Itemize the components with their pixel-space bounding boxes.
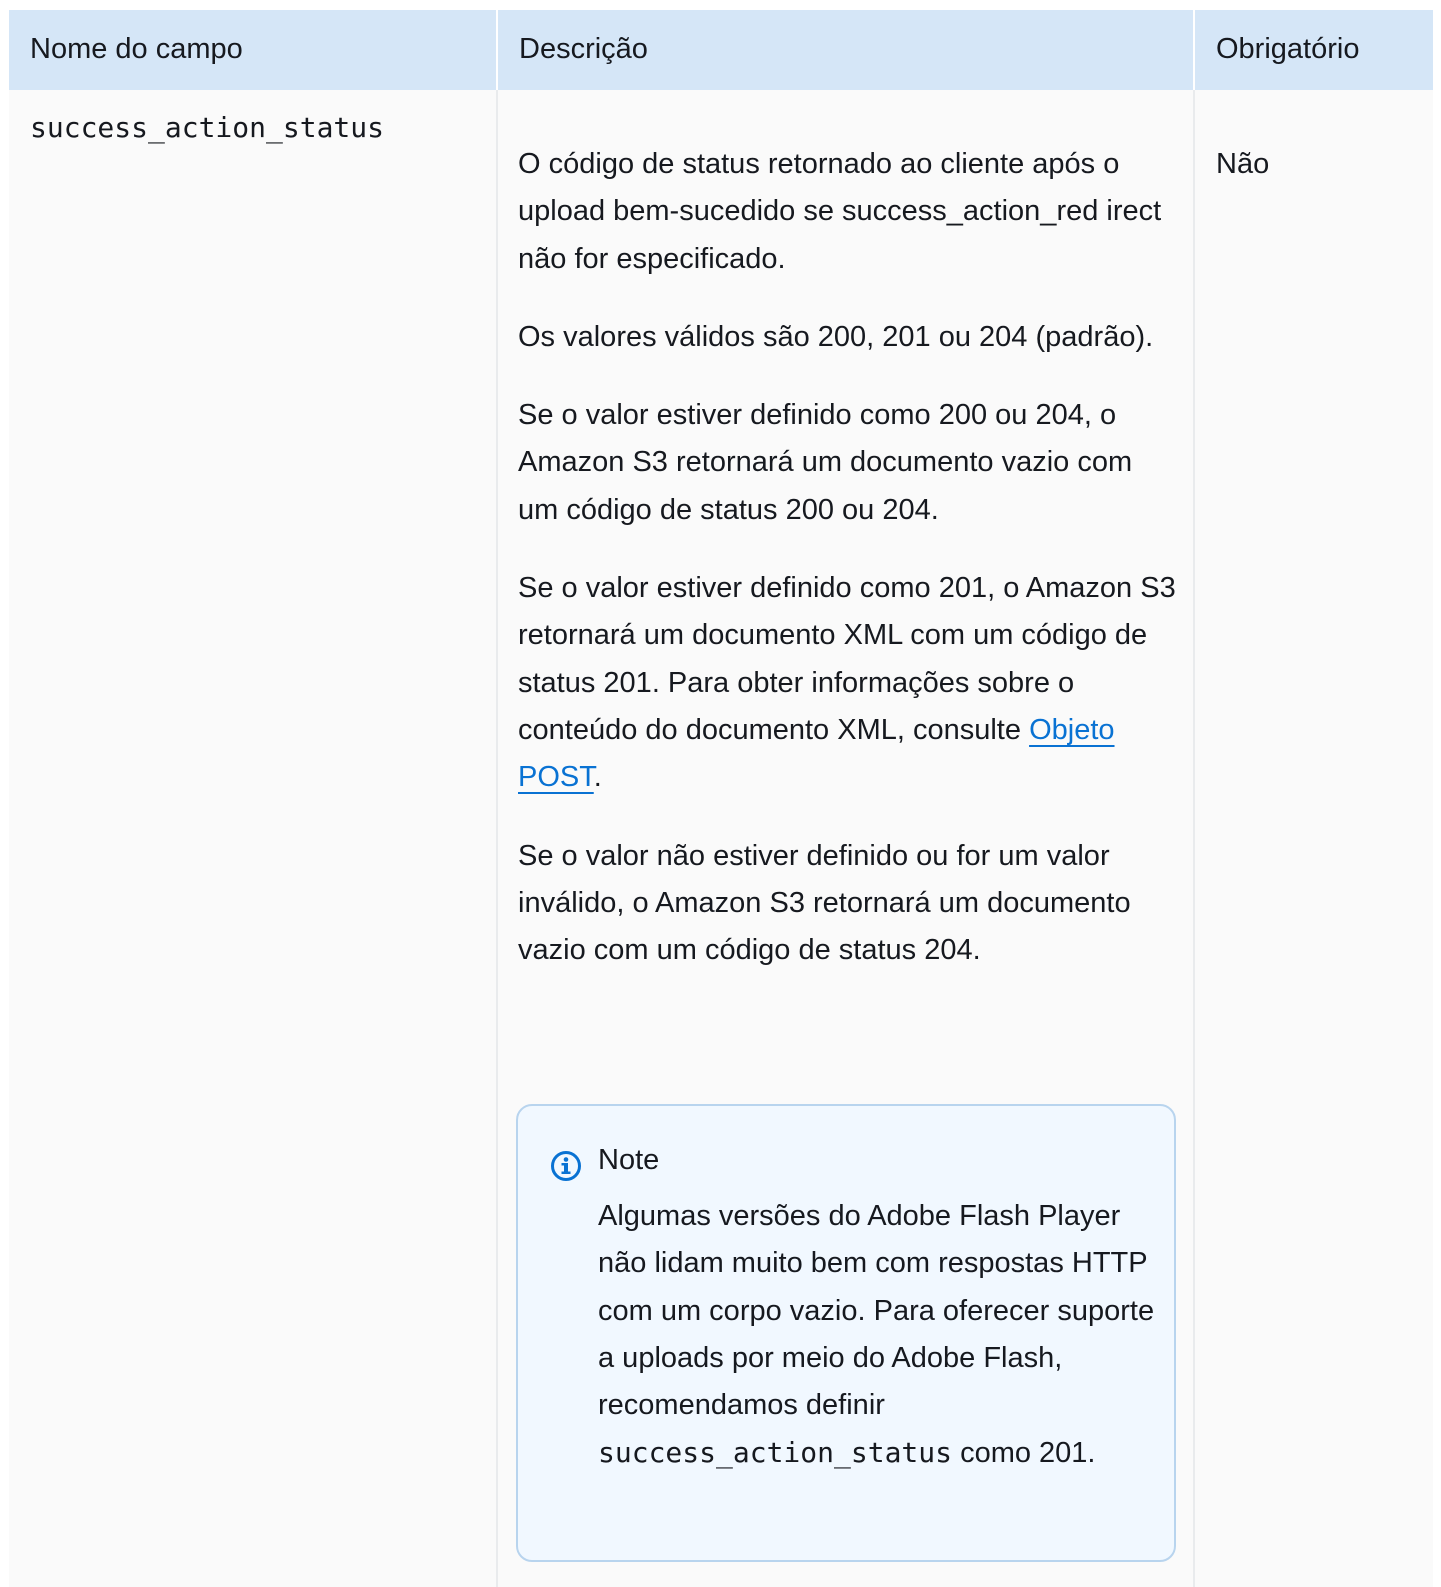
info-icon: [551, 1151, 581, 1181]
description-paragraph: Se o valor estiver definido como 201, o …: [518, 565, 1178, 801]
fields-table: Nome do campo Descrição Obrigatório succ…: [9, 10, 1433, 1587]
note-code: success_action_status: [598, 1436, 953, 1470]
required-cell: Não: [1216, 148, 1270, 180]
header-divider: [496, 10, 498, 90]
table-header: Nome do campo Descrição Obrigatório: [9, 10, 1433, 90]
xml-text-end: .: [593, 761, 602, 794]
note-text: Algumas versões do Adobe Flash Player nã…: [598, 1200, 1155, 1422]
description-paragraph: Se o valor estiver definido como 200 ou …: [518, 399, 1133, 526]
field-name-cell: success_action_status: [30, 111, 385, 144]
note-title: Note: [598, 1144, 660, 1176]
header-field-name: Nome do campo: [30, 33, 243, 65]
note-text-end: como 201.: [952, 1437, 1096, 1470]
description-paragraph: Os valores válidos são 200, 201 ou 204 (…: [518, 320, 1154, 353]
description-paragraph: Se o valor não estiver definido ou for u…: [518, 839, 1131, 967]
header-divider: [1193, 10, 1195, 90]
description-cell: O código de status retornado ao cliente …: [518, 141, 1178, 1005]
description-paragraph: O código de status retornado ao cliente …: [518, 148, 1162, 275]
column-divider: [1193, 90, 1195, 1587]
header-description: Descrição: [519, 33, 648, 65]
note-body: Algumas versões do Adobe Flash Player nã…: [598, 1193, 1158, 1478]
header-required: Obrigatório: [1216, 33, 1360, 65]
note-box: Note Algumas versões do Adobe Flash Play…: [516, 1104, 1176, 1562]
column-divider: [496, 90, 498, 1587]
